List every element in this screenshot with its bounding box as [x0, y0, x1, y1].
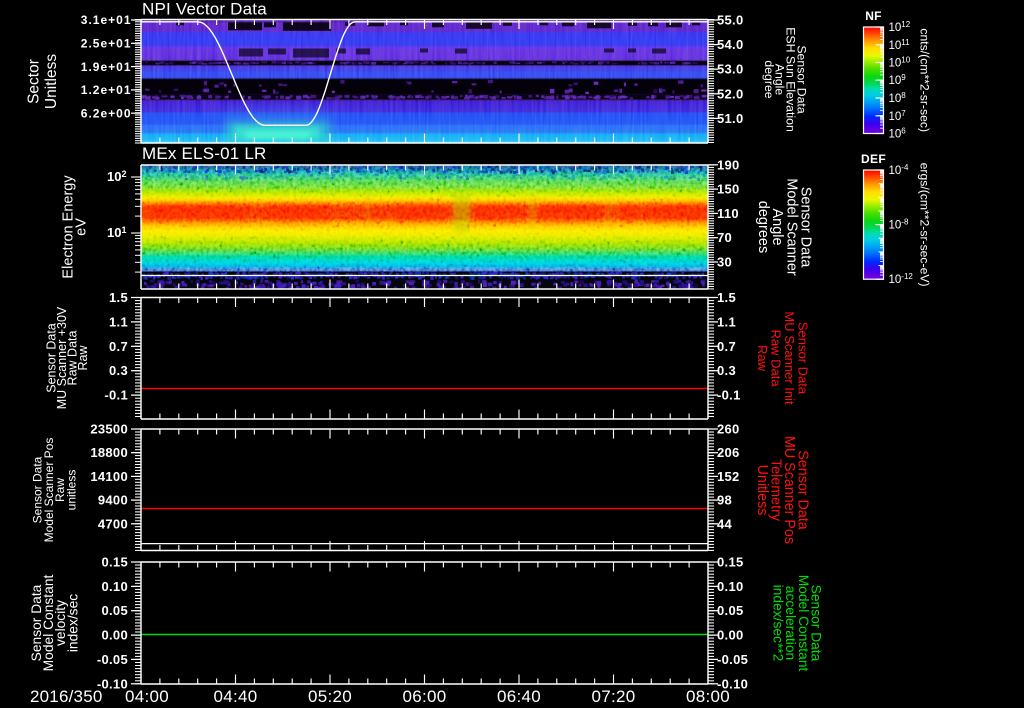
svg-text:ergs/(cm**2-sr-sec-eV): ergs/(cm**2-sr-sec-eV) — [918, 163, 932, 287]
svg-text:Sensor DataModel Constantaccel: Sensor DataModel Constantaccelerationind… — [771, 575, 824, 672]
svg-text:53.0: 53.0 — [717, 62, 744, 77]
svg-text:70: 70 — [717, 230, 732, 245]
svg-text:0.10: 0.10 — [101, 579, 128, 594]
svg-text:-0.05: -0.05 — [97, 652, 128, 667]
svg-text:0.00: 0.00 — [101, 628, 128, 643]
svg-text:51.0: 51.0 — [717, 111, 744, 126]
svg-text:04:00: 04:00 — [125, 687, 169, 706]
svg-text:2016/350: 2016/350 — [30, 687, 103, 706]
svg-text:0.05: 0.05 — [101, 603, 128, 618]
svg-text:190: 190 — [717, 157, 740, 172]
svg-text:MEx ELS-01 LR: MEx ELS-01 LR — [142, 144, 266, 163]
svg-text:0.00: 0.00 — [717, 628, 744, 643]
svg-text:1.1: 1.1 — [717, 314, 736, 329]
svg-text:6.2e+00: 6.2e+00 — [81, 106, 132, 120]
svg-text:0.3: 0.3 — [717, 363, 736, 378]
svg-text:08:00: 08:00 — [686, 687, 730, 706]
svg-text:110: 110 — [717, 206, 739, 221]
svg-text:44: 44 — [717, 516, 733, 531]
svg-text:0.7: 0.7 — [717, 339, 736, 354]
svg-text:0.15: 0.15 — [101, 555, 128, 570]
svg-text:0.05: 0.05 — [717, 603, 744, 618]
svg-text:05:20: 05:20 — [308, 687, 352, 706]
svg-text:-0.1: -0.1 — [104, 388, 128, 403]
svg-text:1.1: 1.1 — [109, 314, 128, 329]
svg-text:0.7: 0.7 — [109, 339, 128, 354]
svg-text:0.15: 0.15 — [717, 555, 744, 570]
svg-text:14100: 14100 — [90, 469, 128, 484]
svg-text:06:40: 06:40 — [497, 687, 541, 706]
svg-text:18800: 18800 — [90, 445, 128, 460]
svg-text:07:20: 07:20 — [591, 687, 635, 706]
svg-text:1.9e+01: 1.9e+01 — [81, 60, 132, 74]
svg-text:0.3: 0.3 — [109, 363, 128, 378]
svg-text:4700: 4700 — [98, 516, 128, 531]
svg-text:52.0: 52.0 — [717, 86, 744, 101]
svg-text:-0.05: -0.05 — [717, 652, 748, 667]
svg-text:54.0: 54.0 — [717, 37, 744, 52]
svg-text:SectorUnitless: SectorUnitless — [26, 54, 61, 109]
svg-text:55.0: 55.0 — [717, 13, 744, 28]
svg-text:04:40: 04:40 — [213, 687, 257, 706]
svg-text:NPI Vector Data: NPI Vector Data — [142, 0, 267, 19]
svg-text:260: 260 — [717, 422, 740, 437]
svg-text:06:00: 06:00 — [402, 687, 446, 706]
svg-text:1.5: 1.5 — [717, 290, 736, 305]
svg-text:1.2e+01: 1.2e+01 — [81, 83, 132, 97]
svg-text:9400: 9400 — [98, 493, 128, 508]
svg-text:23500: 23500 — [90, 422, 128, 437]
svg-text:-0.1: -0.1 — [717, 388, 741, 403]
svg-text:0.10: 0.10 — [717, 579, 744, 594]
svg-text:206: 206 — [717, 445, 740, 460]
svg-text:1.5: 1.5 — [109, 290, 128, 305]
svg-text:152: 152 — [717, 469, 740, 484]
svg-text:3.1e+01: 3.1e+01 — [81, 13, 132, 27]
svg-text:98: 98 — [717, 493, 732, 508]
svg-text:30: 30 — [717, 255, 732, 270]
svg-text:cnts/(cm**2-sr-sec): cnts/(cm**2-sr-sec) — [918, 28, 932, 132]
svg-text:2.5e+01: 2.5e+01 — [81, 37, 132, 51]
svg-text:150: 150 — [717, 182, 740, 197]
svg-text:NF: NF — [865, 9, 882, 23]
svg-text:DEF: DEF — [861, 152, 886, 166]
